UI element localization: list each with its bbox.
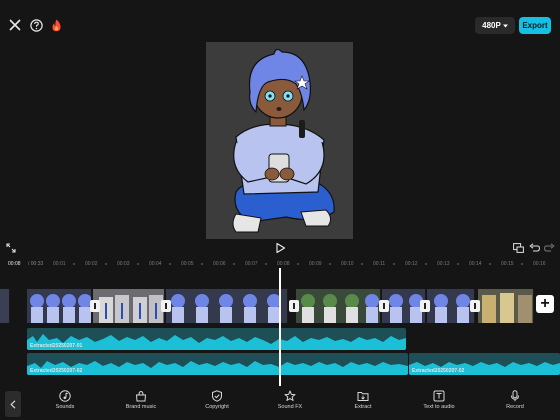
toolbar-label: Sound FX — [277, 404, 303, 410]
top-bar: 480P Export — [0, 0, 560, 44]
resolution-label: 480P — [482, 21, 501, 30]
toolbar-label: Sounds — [55, 404, 75, 410]
tick-label: 00:01 — [53, 261, 66, 267]
toolbar-extract[interactable]: Extract — [328, 390, 398, 418]
picture-in-picture-icon[interactable] — [512, 242, 524, 254]
tick-label: 00:04 — [149, 261, 162, 267]
add-clip-button[interactable]: + — [536, 295, 554, 313]
video-clip[interactable] — [93, 289, 165, 323]
toolbar-copyright[interactable]: Copyright — [182, 390, 252, 418]
audio-clip[interactable]: Extracted20250207-02 — [409, 353, 560, 375]
toolbar-text-to-audio[interactable]: Text to audio — [404, 390, 474, 418]
help-icon[interactable] — [27, 16, 45, 34]
audio-clip[interactable]: Extracted20250207-02 — [27, 353, 408, 375]
video-clip[interactable] — [0, 289, 10, 323]
transition-marker[interactable] — [90, 300, 100, 312]
toolbar-label: Record — [506, 404, 524, 410]
tick-label: 00:03 — [117, 261, 130, 267]
total-time: / 00:33 — [28, 261, 44, 267]
chevron-down-icon — [502, 24, 508, 27]
tick-label: 00:08 — [277, 261, 290, 267]
tick-label: 00:09 — [309, 261, 322, 267]
toolbar-brand-music[interactable]: Brand music — [106, 390, 176, 418]
close-icon[interactable] — [6, 16, 24, 34]
tick-label: 00:16 — [533, 261, 546, 267]
microphone-icon — [511, 390, 519, 402]
toolbar-label: Brand music — [125, 404, 157, 410]
music-note-icon — [59, 390, 71, 402]
back-button[interactable] — [5, 391, 21, 417]
star-sparkle-icon — [284, 390, 296, 401]
transition-marker[interactable] — [420, 300, 430, 312]
character-illustration — [206, 42, 353, 239]
tick-label: 00:14 — [469, 261, 482, 267]
tick-label: 00:07 — [245, 261, 258, 267]
resolution-dropdown[interactable]: 480P — [475, 17, 515, 34]
fullscreen-icon[interactable] — [5, 242, 17, 254]
transition-marker[interactable] — [470, 300, 480, 312]
video-clip[interactable] — [27, 289, 92, 323]
audio-clip[interactable]: Extracted20250207-01 — [27, 328, 406, 350]
transition-marker[interactable] — [161, 300, 171, 312]
tick-label: 00:05 — [181, 261, 194, 267]
undo-icon[interactable] — [528, 242, 540, 254]
audio-clip-label: Extracted20250207-02 — [30, 368, 83, 374]
audio-clip-label: Extracted20250207-02 — [412, 368, 465, 374]
folder-icon — [357, 392, 369, 401]
audio-clip-label: Extracted20250207-01 — [30, 343, 83, 349]
video-preview[interactable] — [206, 42, 353, 239]
video-clip[interactable] — [166, 289, 288, 323]
toolbar-record[interactable]: Record — [480, 390, 550, 418]
play-icon[interactable] — [274, 241, 286, 255]
transition-marker[interactable] — [379, 300, 389, 312]
tick-label: 00:02 — [85, 261, 98, 267]
video-clip[interactable] — [296, 289, 381, 323]
toolbar-label: Text to audio — [423, 404, 455, 410]
bottom-toolbar: Sounds Brand music Copyright Sound FX Ex… — [0, 388, 560, 420]
flame-icon[interactable] — [47, 16, 65, 34]
current-time: 00:08 — [8, 261, 21, 267]
shield-check-icon — [212, 390, 222, 402]
tick-label: 00:15 — [501, 261, 514, 267]
toolbar-sounds[interactable]: Sounds — [30, 390, 100, 418]
music-bag-icon — [135, 390, 147, 402]
toolbar-sound-fx[interactable]: Sound FX — [255, 390, 325, 418]
tick-label: 00:13 — [437, 261, 450, 267]
text-audio-icon — [433, 390, 445, 402]
tick-label: 00:12 — [405, 261, 418, 267]
audio-waveform — [27, 334, 406, 350]
toolbar-label: Extract — [354, 404, 372, 410]
export-button[interactable]: Export — [519, 17, 551, 34]
video-clip[interactable] — [427, 289, 475, 323]
tick-label: 00:06 — [213, 261, 226, 267]
audio-waveform — [27, 361, 408, 375]
redo-icon[interactable] — [543, 242, 555, 254]
toolbar-label: Copyright — [205, 404, 229, 410]
transition-marker[interactable] — [289, 300, 299, 312]
playhead[interactable] — [279, 268, 281, 386]
tick-label: 00:10 — [341, 261, 354, 267]
tick-label: 00:11 — [373, 261, 386, 267]
video-clip[interactable] — [478, 289, 534, 323]
chevron-left-icon — [10, 399, 16, 409]
